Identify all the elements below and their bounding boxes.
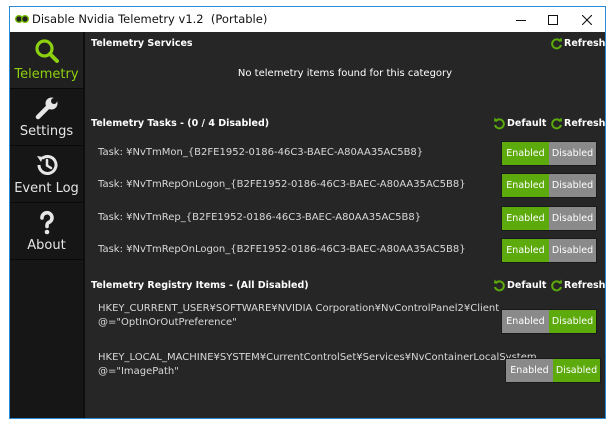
default-label: Default <box>507 280 547 291</box>
tasks-default-button[interactable]: Default <box>493 117 546 130</box>
close-icon <box>582 14 592 25</box>
sidebar-item-label: About <box>27 238 66 253</box>
sidebar-item-event-log[interactable]: Event Log <box>10 146 83 203</box>
enabled-option[interactable]: Enabled <box>502 207 549 230</box>
question-icon <box>10 209 83 235</box>
sidebar-item-label: Event Log <box>14 181 79 196</box>
minimize-button[interactable] <box>505 7 537 32</box>
services-empty-message: No telemetry items found for this catego… <box>237 68 453 79</box>
history-icon <box>10 152 83 178</box>
undo-icon <box>494 279 505 292</box>
sidebar-item-settings[interactable]: Settings <box>10 89 83 146</box>
registry-default-button[interactable]: Default <box>493 279 546 292</box>
task-item-text: Task: ¥NvTmRep_{B2FE1952-0186-46C3-BAEC-… <box>98 212 422 223</box>
disabled-option[interactable]: Disabled <box>549 239 596 262</box>
registry-section-title: Telemetry Registry Items - (All Disabled… <box>91 280 309 291</box>
tasks-section-title: Telemetry Tasks - (0 / 4 Disabled) <box>91 118 270 129</box>
main-panel: Telemetry Services Refresh No telemetry … <box>85 32 605 418</box>
registry-item-path: HKEY_CURRENT_USER¥SOFTWARE¥NVIDIA Corpor… <box>98 303 500 314</box>
sidebar-item-telemetry[interactable]: Telemetry <box>10 32 83 89</box>
enabled-option[interactable]: Enabled <box>502 142 549 165</box>
refresh-icon <box>551 37 562 50</box>
window-title: Disable Nvidia Telemetry v1.2 (Portable) <box>32 12 268 26</box>
registry-item-value: @="OptInOrOutPreference" <box>98 317 237 328</box>
refresh-icon <box>551 117 562 130</box>
refresh-label: Refresh <box>564 280 606 291</box>
refresh-label: Refresh <box>564 118 606 129</box>
registry-item-value: @="ImagePath" <box>98 366 179 377</box>
disabled-option[interactable]: Disabled <box>549 310 596 333</box>
services-section-title: Telemetry Services <box>91 38 193 49</box>
registry-item-path: HKEY_LOCAL_MACHINE¥SYSTEM¥CurrentControl… <box>98 352 537 363</box>
disabled-option[interactable]: Disabled <box>549 207 596 230</box>
maximize-button[interactable] <box>537 7 569 32</box>
wrench-icon <box>10 95 83 121</box>
disabled-option[interactable]: Disabled <box>553 359 600 382</box>
registry-toggle: Enabled Disabled <box>505 358 601 383</box>
task-toggle: Enabled Disabled <box>501 173 597 198</box>
undo-icon <box>494 117 505 130</box>
enabled-option[interactable]: Enabled <box>502 239 549 262</box>
task-item-text: Task: ¥NvTmMon_{B2FE1952-0186-46C3-BAEC-… <box>98 147 424 158</box>
close-button[interactable] <box>571 7 603 32</box>
refresh-icon <box>551 279 562 292</box>
sidebar-item-about[interactable]: About <box>10 203 83 260</box>
minimize-icon <box>516 19 526 21</box>
sidebar-item-label: Settings <box>19 124 74 139</box>
enabled-option[interactable]: Enabled <box>502 174 549 197</box>
task-toggle: Enabled Disabled <box>501 206 597 231</box>
search-icon <box>10 38 83 64</box>
task-toggle: Enabled Disabled <box>501 141 597 166</box>
sidebar-nav: Telemetry Settings Event Log About <box>10 32 85 418</box>
title-bar[interactable]: Disable Nvidia Telemetry v1.2 (Portable) <box>10 7 605 32</box>
disabled-option[interactable]: Disabled <box>549 142 596 165</box>
app-window: Disable Nvidia Telemetry v1.2 (Portable)… <box>9 6 606 419</box>
enabled-option[interactable]: Enabled <box>502 310 549 333</box>
maximize-icon <box>548 14 558 25</box>
default-label: Default <box>507 118 547 129</box>
services-refresh-button[interactable]: Refresh <box>550 37 605 50</box>
task-item-text: Task: ¥NvTmRepOnLogon_{B2FE1952-0186-46C… <box>98 244 466 255</box>
sidebar-item-label: Telemetry <box>14 67 79 82</box>
app-logo-icon <box>15 15 29 23</box>
registry-refresh-button[interactable]: Refresh <box>550 279 605 292</box>
registry-toggle: Enabled Disabled <box>501 309 597 334</box>
enabled-option[interactable]: Enabled <box>506 359 553 382</box>
task-toggle: Enabled Disabled <box>501 238 597 263</box>
refresh-label: Refresh <box>564 38 606 49</box>
disabled-option[interactable]: Disabled <box>549 174 596 197</box>
tasks-refresh-button[interactable]: Refresh <box>550 117 605 130</box>
task-item-text: Task: ¥NvTmRepOnLogon_{B2FE1952-0186-46C… <box>98 179 466 190</box>
